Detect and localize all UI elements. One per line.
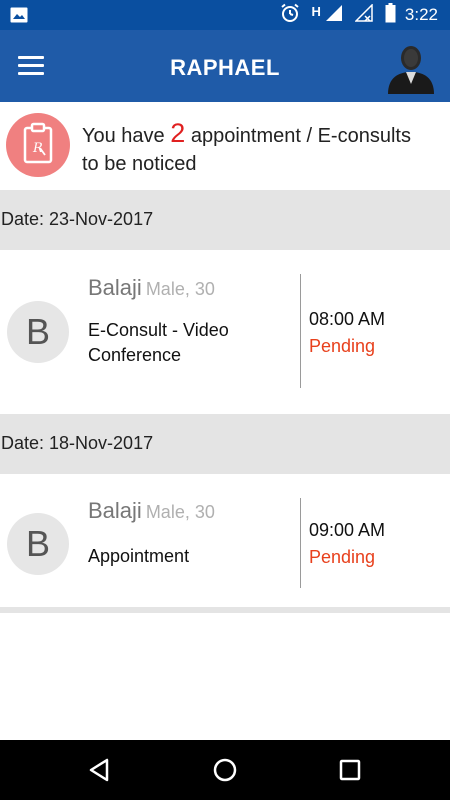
appointment-card[interactable]: B Balaji Male, 30 E-Consult - Video Confe… [0,250,450,416]
notice-text: You have 2 appointment / E-consults to b… [82,119,412,178]
date-header: Date: 23-Nov-2017 [0,190,450,250]
patient-name: Balaji [88,498,142,523]
status-bar: H 3:22 [0,0,450,30]
app-title: RAPHAEL [170,55,280,80]
appointment-card[interactable]: B Balaji Male, 30 Appointment 09:00 AM Pe… [0,474,450,640]
notice-count: 2 [170,118,186,148]
appointment-status: Pending [309,547,376,567]
patient-meta: Male, 30 [145,502,215,522]
notice-banner: R You have 2 appointment / E-consults to… [0,102,450,190]
appointment-time: 08:00 AM [309,309,386,329]
patient-initial-avatar: B [7,301,69,363]
back-triangle-icon[interactable] [84,754,116,786]
appointment-time: 09:00 AM [309,520,386,540]
appointment-type: Appointment [88,546,190,566]
image-icon [10,7,28,27]
network-type-label: H [311,3,321,19]
appointment-status: Pending [309,336,376,356]
patient-name-row: Balaji Male, 30 [88,275,215,301]
battery-icon [385,2,396,28]
status-time: 3:22 [404,5,438,24]
patient-name-row: Balaji Male, 30 [88,498,215,524]
prescription-clipboard-icon: R [6,113,70,177]
signal-empty-icon [354,2,373,27]
patient-name: Balaji [88,275,142,300]
patient-initial-avatar: B [7,513,69,575]
recents-square-icon[interactable] [334,754,366,786]
user-avatar-icon[interactable] [386,40,436,94]
list-end-divider [0,607,450,613]
signal-icon [325,4,343,27]
card-divider [300,498,301,588]
date-header: Date: 18-Nov-2017 [0,414,450,474]
alarm-icon [280,3,300,28]
app-bar: RAPHAEL [0,30,450,102]
system-nav-bar [0,740,450,800]
card-divider [300,274,301,388]
appointment-type: E-Consult - Video Conference [88,320,229,365]
home-circle-icon[interactable] [209,754,241,786]
patient-meta: Male, 30 [145,279,215,299]
notice-prefix: You have [82,125,171,147]
